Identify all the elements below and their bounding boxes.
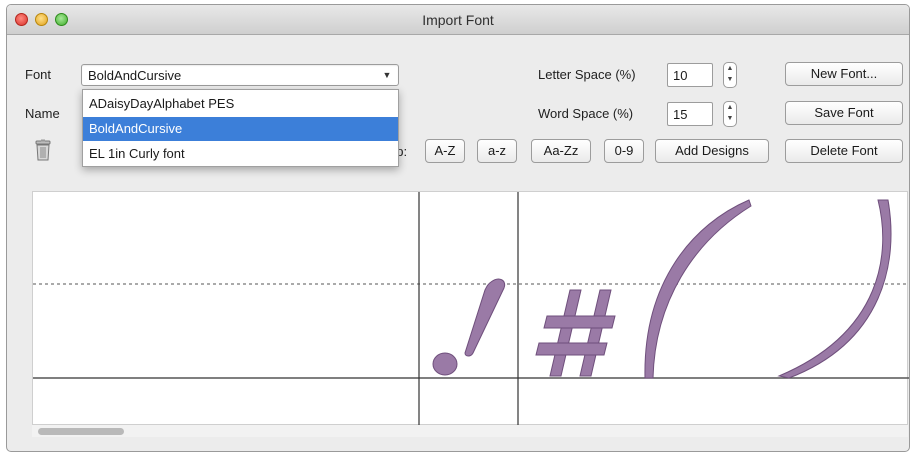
horizontal-scrollbar[interactable] [32, 425, 908, 437]
chevron-down-icon: ▼ [382, 70, 392, 80]
word-space-label: Word Space (%) [538, 106, 634, 121]
save-font-button[interactable]: Save Font [785, 101, 903, 125]
glyph-preview-canvas[interactable] [32, 191, 909, 426]
new-font-button[interactable]: New Font... [785, 62, 903, 86]
font-option[interactable]: ADaisyDayAlphabet PES [83, 92, 398, 116]
title-bar: Import Font [7, 5, 909, 35]
name-label: Name [25, 106, 60, 121]
font-dropdown-menu: ADaisyDayAlphabet PES BoldAndCursive EL … [82, 89, 399, 167]
word-space-stepper[interactable]: ▲ ▼ [723, 101, 737, 127]
font-label: Font [25, 67, 52, 82]
map-uppercase-button[interactable]: A-Z [425, 139, 465, 163]
map-mixed-case-button[interactable]: Aa-Zz [531, 139, 591, 163]
glyph-preview-svg [33, 192, 909, 426]
font-select-value: BoldAndCursive [88, 68, 182, 83]
map-lowercase-button[interactable]: a-z [477, 139, 517, 163]
glyph-open-paren [644, 199, 752, 379]
glyph-close-paren [777, 199, 892, 379]
word-space-input[interactable]: 15 [667, 102, 713, 126]
delete-font-button[interactable]: Delete Font [785, 139, 903, 163]
scrollbar-thumb[interactable] [38, 428, 124, 435]
map-digits-button[interactable]: 0-9 [604, 139, 644, 163]
letter-space-stepper[interactable]: ▲ ▼ [723, 62, 737, 88]
import-font-window: Import Font Font Name BoldAndCursive ▼ A… [6, 4, 910, 452]
glyph-hash [535, 289, 616, 377]
letter-space-input[interactable]: 10 [667, 63, 713, 87]
glyph-exclamation [432, 278, 506, 376]
font-option-selected[interactable]: BoldAndCursive [83, 117, 398, 141]
font-select[interactable]: BoldAndCursive ▼ [81, 64, 399, 86]
letter-space-label: Letter Space (%) [538, 67, 636, 82]
trash-icon[interactable] [34, 139, 52, 161]
add-designs-button[interactable]: Add Designs [655, 139, 769, 163]
window-title: Import Font [422, 12, 494, 28]
font-option[interactable]: EL 1in Curly font [83, 142, 398, 166]
